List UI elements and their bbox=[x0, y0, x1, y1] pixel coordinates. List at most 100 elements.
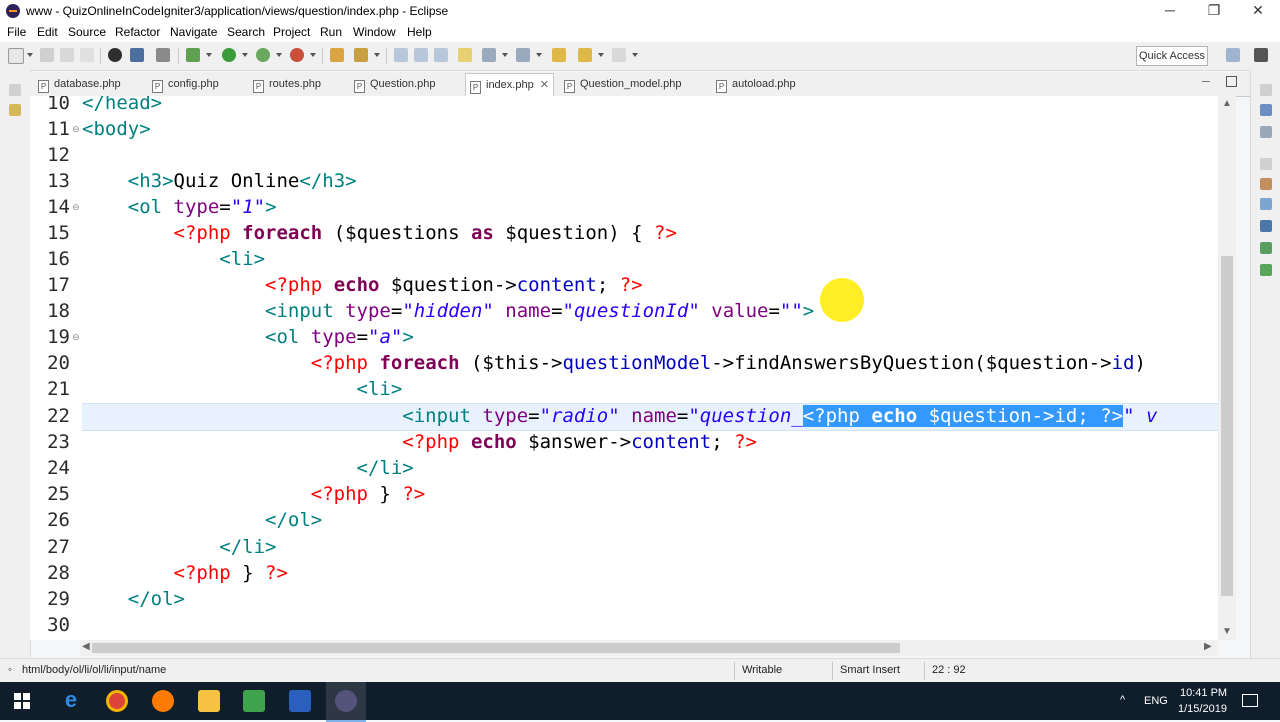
close-window-button[interactable]: ✕ bbox=[1236, 0, 1280, 22]
scroll-down-icon[interactable]: ▼ bbox=[1222, 626, 1232, 637]
fold-toggle-icon[interactable]: ⊖ bbox=[72, 332, 80, 343]
problems-icon[interactable] bbox=[1260, 178, 1272, 190]
chevron-down-icon[interactable] bbox=[206, 53, 212, 57]
save-all-icon[interactable] bbox=[60, 48, 74, 62]
external-tools-icon[interactable] bbox=[256, 48, 270, 62]
minimize-editor-icon[interactable]: ─ bbox=[1202, 76, 1210, 88]
close-tab-icon[interactable]: ✕ bbox=[540, 79, 549, 91]
forward-icon[interactable] bbox=[612, 48, 626, 62]
horizontal-scrollbar[interactable]: ◀ ▶ bbox=[80, 640, 1218, 656]
last-edit-icon[interactable] bbox=[552, 48, 566, 62]
chevron-down-icon[interactable] bbox=[276, 53, 282, 57]
chevron-down-icon[interactable] bbox=[310, 53, 316, 57]
tab-question-model[interactable]: P Question_model.php bbox=[564, 73, 682, 95]
tab-config[interactable]: Pconfig.php bbox=[152, 73, 219, 95]
vertical-scrollbar[interactable]: ▲ ▼ bbox=[1218, 96, 1236, 640]
menu-navigate[interactable]: Navigate bbox=[170, 25, 217, 39]
breadcrumb-path: html/body/ol/li/ol/li/input/name bbox=[22, 664, 167, 676]
save-app-icon[interactable] bbox=[289, 690, 311, 712]
show-whitespace-icon[interactable] bbox=[434, 48, 448, 62]
scroll-up-icon[interactable]: ▲ bbox=[1222, 98, 1232, 109]
scroll-thumb[interactable] bbox=[92, 643, 900, 653]
line-number-gutter: 10 11 ⊖ 12 13 14 ⊖ 15 16 17 18 19 ⊖ 20 2… bbox=[30, 96, 80, 640]
quick-access-field[interactable]: Quick Access bbox=[1136, 46, 1208, 66]
back-icon[interactable] bbox=[578, 48, 592, 62]
restore-icon[interactable] bbox=[9, 84, 21, 96]
maximize-button[interactable]: ❐ bbox=[1192, 0, 1236, 22]
firefox-icon[interactable] bbox=[152, 690, 174, 712]
fold-toggle-icon[interactable]: ⊖ bbox=[72, 202, 80, 213]
file-explorer-icon[interactable] bbox=[198, 690, 220, 712]
notepad-icon[interactable] bbox=[243, 690, 265, 712]
open-type-icon[interactable] bbox=[330, 48, 344, 62]
chevron-down-icon[interactable] bbox=[27, 53, 33, 57]
chevron-down-icon[interactable] bbox=[374, 53, 380, 57]
clock-time[interactable]: 10:41 PM bbox=[1180, 687, 1227, 699]
notifications-icon[interactable] bbox=[1242, 694, 1258, 707]
new-icon[interactable] bbox=[8, 48, 24, 64]
chevron-down-icon[interactable] bbox=[598, 53, 604, 57]
fold-toggle-icon[interactable]: ⊖ bbox=[72, 124, 80, 135]
scroll-right-icon[interactable]: ▶ bbox=[1204, 641, 1212, 652]
tray-expand-icon[interactable]: ^ bbox=[1120, 694, 1125, 706]
save-icon[interactable] bbox=[40, 48, 54, 62]
menu-file[interactable]: File bbox=[7, 25, 26, 39]
search-icon[interactable] bbox=[354, 48, 368, 62]
run-icon[interactable] bbox=[222, 48, 236, 62]
tool-icon[interactable] bbox=[108, 48, 122, 62]
menu-edit[interactable]: Edit bbox=[37, 25, 58, 39]
tab-index[interactable]: Pindex.php ✕ bbox=[465, 73, 554, 97]
tab-question[interactable]: P Question.php bbox=[354, 73, 435, 95]
chevron-down-icon[interactable] bbox=[502, 53, 508, 57]
windows-start-icon[interactable] bbox=[14, 693, 30, 709]
console-icon[interactable] bbox=[1260, 220, 1272, 232]
menu-help[interactable]: Help bbox=[407, 25, 432, 39]
next-annotation-icon[interactable] bbox=[482, 48, 496, 62]
menu-source[interactable]: Source bbox=[68, 25, 106, 39]
menu-bar: File Edit Source Refactor Navigate Searc… bbox=[0, 22, 1280, 42]
language-indicator[interactable]: ENG bbox=[1144, 695, 1168, 707]
menu-search[interactable]: Search bbox=[227, 25, 265, 39]
line-number: 12 bbox=[47, 144, 70, 166]
prev-annotation-icon[interactable] bbox=[516, 48, 530, 62]
javadoc-icon[interactable] bbox=[1260, 198, 1272, 210]
chevron-down-icon[interactable] bbox=[536, 53, 542, 57]
tab-autoload[interactable]: Pautoload.php bbox=[716, 73, 796, 95]
tab-routes[interactable]: Proutes.php bbox=[253, 73, 321, 95]
menu-window[interactable]: Window bbox=[353, 25, 396, 39]
restore-icon[interactable] bbox=[1260, 158, 1272, 170]
php-file-icon: P bbox=[152, 80, 163, 93]
block-selection-icon[interactable] bbox=[414, 48, 428, 62]
outline-icon[interactable] bbox=[1260, 104, 1272, 116]
perspective-php-icon[interactable] bbox=[1254, 48, 1268, 62]
tab-database[interactable]: Pdatabase.php bbox=[38, 73, 121, 95]
window-title: www - QuizOnlineInCodeIgniter3/applicati… bbox=[26, 4, 449, 18]
open-perspective-icon[interactable] bbox=[1226, 48, 1240, 62]
print-icon[interactable] bbox=[80, 48, 94, 62]
chevron-down-icon[interactable] bbox=[632, 53, 638, 57]
debug-icon[interactable] bbox=[186, 48, 200, 62]
scroll-left-icon[interactable]: ◀ bbox=[82, 641, 90, 652]
restore-icon[interactable] bbox=[1260, 84, 1272, 96]
edge-icon[interactable]: e bbox=[60, 689, 82, 712]
chrome-icon[interactable] bbox=[106, 690, 128, 712]
toggle-mark-icon[interactable] bbox=[394, 48, 408, 62]
minimize-button[interactable]: ─ bbox=[1148, 0, 1192, 22]
menu-project[interactable]: Project bbox=[273, 25, 310, 39]
code-editor[interactable]: 10 11 ⊖ 12 13 14 ⊖ 15 16 17 18 19 ⊖ 20 2… bbox=[30, 96, 1236, 640]
maximize-editor-icon[interactable] bbox=[1226, 76, 1237, 87]
tasks-icon[interactable] bbox=[1260, 126, 1272, 138]
clock-date[interactable]: 1/15/2019 bbox=[1178, 703, 1227, 715]
server-icon[interactable] bbox=[1260, 264, 1272, 276]
coverage-icon[interactable] bbox=[290, 48, 304, 62]
progress-icon[interactable] bbox=[1260, 242, 1272, 254]
menu-refactor[interactable]: Refactor bbox=[115, 25, 160, 39]
skip-breakpoints-icon[interactable] bbox=[156, 48, 170, 62]
terminal-icon[interactable] bbox=[130, 48, 144, 62]
scroll-thumb[interactable] bbox=[1221, 256, 1233, 596]
highlight-icon[interactable] bbox=[458, 48, 472, 62]
status-insert-mode[interactable]: Smart Insert bbox=[840, 664, 900, 676]
chevron-down-icon[interactable] bbox=[242, 53, 248, 57]
menu-run[interactable]: Run bbox=[320, 25, 342, 39]
project-explorer-icon[interactable] bbox=[9, 104, 21, 116]
